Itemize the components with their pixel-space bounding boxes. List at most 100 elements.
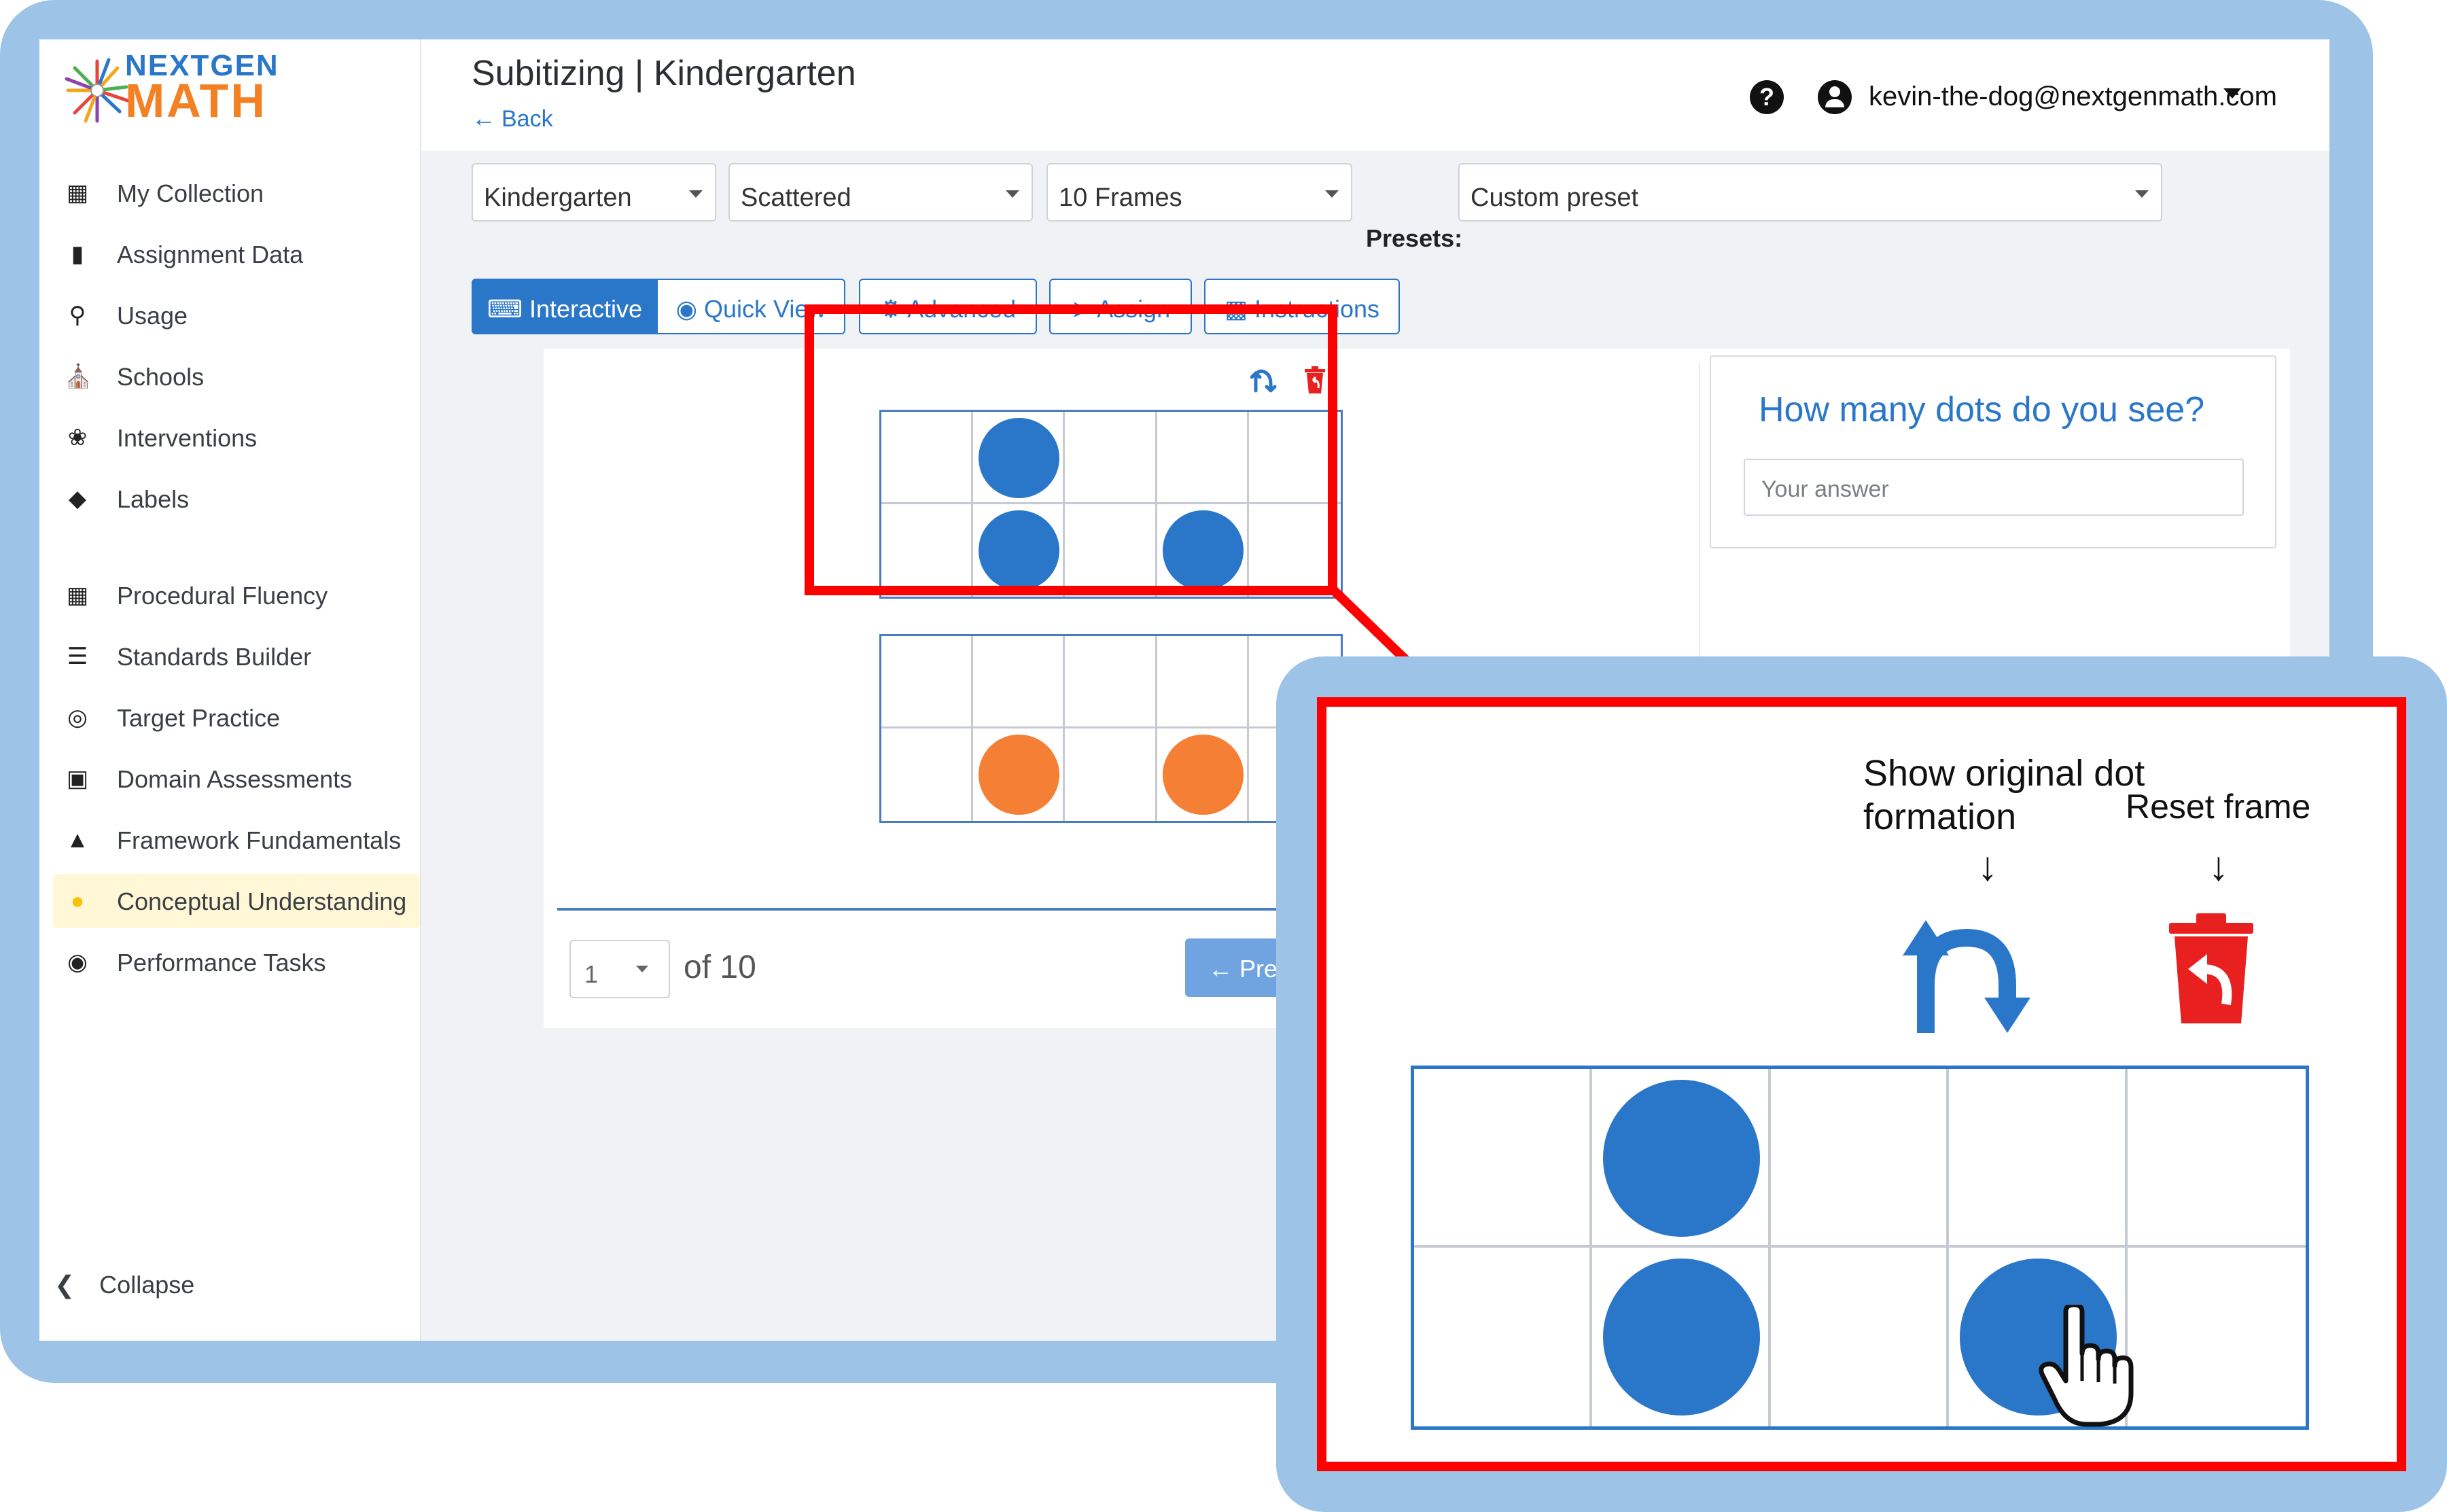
grid-icon: ▦ (66, 582, 89, 608)
bar-chart-icon: ▮ (71, 241, 84, 267)
chevron-down-icon (689, 190, 703, 198)
top-bar: Subitizing | Kindergarten ← Back ? kevin-… (421, 39, 2329, 151)
list-tree-icon: ☰ (67, 644, 88, 669)
sidebar-item-label: My Collection (117, 179, 264, 207)
sidebar-item-labels[interactable]: ◆ Labels (53, 472, 420, 526)
reset-frame-label: Reset frame (2126, 788, 2311, 826)
arrangement-select[interactable]: Scattered (728, 163, 1033, 222)
ten-frame-cell[interactable] (1770, 1069, 1950, 1248)
counter-dot[interactable] (1603, 1259, 1761, 1416)
page-of-total: of 10 (684, 949, 756, 985)
ten-frame-cell[interactable] (2127, 1069, 2306, 1248)
school-icon: ⛪ (64, 364, 93, 389)
counter-dot[interactable] (979, 734, 1060, 815)
user-email[interactable]: kevin-the-dog@nextgenmath.com (1869, 82, 2277, 112)
globe-icon: ◉ (67, 949, 88, 975)
question-text: How many dots do you see? (1759, 390, 2205, 429)
chevron-down-icon (2135, 190, 2149, 198)
sidebar-item-label: Framework Fundamentals (117, 826, 402, 854)
sidebar-item-framework-fundamentals[interactable]: ▲ Framework Fundamentals (53, 813, 420, 867)
sidebar-item-my-collection[interactable]: ▦ My Collection (53, 166, 420, 220)
page-select[interactable]: 1 (569, 940, 670, 998)
sidebar-item-label: Procedural Fluency (117, 582, 328, 610)
chevron-down-icon[interactable] (2223, 88, 2241, 99)
chevron-down-icon (636, 966, 648, 972)
sidebar-item-label: Conceptual Understanding (117, 887, 407, 915)
ten-frame-cell[interactable] (2128, 1248, 2306, 1426)
sidebar-item-conceptual-understanding[interactable]: ● Conceptual Understanding (53, 874, 420, 928)
tag-icon: ◆ (68, 486, 87, 512)
arrow-left-icon: ← (1208, 955, 1240, 983)
sidebar-item-usage[interactable]: ⚲ Usage (53, 288, 420, 342)
frame-type-select-value: 10 Frames (1059, 183, 1182, 212)
ten-frame-cell[interactable] (1157, 636, 1249, 728)
grade-select-value: Kindergarten (484, 183, 632, 212)
ten-frame-cell[interactable] (1949, 1069, 2128, 1248)
target-icon: ◎ (67, 705, 88, 731)
preset-select[interactable]: Custom preset (1458, 163, 2162, 222)
arrow-down-icon: ↓ (1977, 843, 1998, 889)
show-original-icon[interactable] (1899, 911, 2041, 1040)
sidebar-item-interventions[interactable]: ❀ Interventions (53, 410, 420, 465)
ten-frame-zoomed (1411, 1066, 2309, 1430)
sidebar-item-label: Target Practice (117, 704, 281, 732)
tab-interactive[interactable]: ⌨ Interactive (472, 279, 658, 334)
collapse-label: Collapse (99, 1271, 195, 1299)
logo-text-bottom: MATH (125, 74, 267, 127)
arrow-down-icon: ↓ (2208, 843, 2229, 889)
chevron-left-icon: ❮ (54, 1271, 75, 1299)
help-icon[interactable]: ? (1750, 80, 1784, 114)
keyboard-icon: ⌨ (487, 295, 529, 323)
collapse-button[interactable]: ❮ Collapse (54, 1271, 194, 1299)
arrow-left-icon: ← (472, 104, 496, 132)
user-avatar-icon[interactable] (1818, 80, 1852, 114)
sidebar-item-label: Domain Assessments (117, 765, 353, 793)
ten-frame-cell[interactable] (1414, 1069, 1593, 1248)
chevron-down-icon (1325, 190, 1339, 198)
question-card: How many dots do you see? Your answer (1710, 355, 2276, 548)
sidebar-item-standards-builder[interactable]: ☰ Standards Builder (53, 629, 420, 684)
sidebar-item-procedural-fluency[interactable]: ▦ Procedural Fluency (53, 568, 420, 622)
sidebar-item-label: Assignment Data (117, 241, 304, 268)
sidebar-item-domain-assessments[interactable]: ▣ Domain Assessments (53, 752, 420, 806)
sidebar-item-performance-tasks[interactable]: ◉ Performance Tasks (53, 935, 420, 989)
answer-input[interactable]: Your answer (1744, 459, 2244, 516)
hand-seedling-icon: ❀ (67, 425, 88, 451)
ten-frame-cell[interactable] (973, 636, 1066, 728)
sidebar-item-label: Labels (117, 485, 190, 513)
ten-frame-cell[interactable] (1771, 1248, 1950, 1426)
ten-frame-cell[interactable] (1065, 636, 1157, 728)
ten-frame-cell[interactable] (881, 636, 974, 728)
chevron-down-icon (1006, 190, 1019, 198)
counter-dot[interactable] (1162, 734, 1244, 815)
show-original-label: Show original dot formation (1863, 753, 2145, 837)
ten-frame-cell[interactable] (1414, 1248, 1593, 1426)
frame-type-select[interactable]: 10 Frames (1046, 163, 1352, 222)
ten-frame-cell[interactable] (881, 728, 974, 821)
sidebar-item-label: Usage (117, 302, 188, 330)
reset-frame-icon[interactable] (2164, 911, 2259, 1026)
preset-select-value: Custom preset (1471, 183, 1639, 212)
tab-interactive-label: Interactive (529, 295, 643, 323)
sidebar-item-label: Schools (117, 363, 205, 391)
panel-divider (1699, 362, 1700, 702)
pointer-hand-icon (2039, 1305, 2134, 1427)
grade-select[interactable]: Kindergarten (472, 163, 716, 222)
counter-dot[interactable] (1603, 1080, 1761, 1237)
books-icon: ▦ (66, 180, 89, 206)
ten-frame-cell[interactable] (1065, 728, 1157, 821)
page-title: Subitizing | Kindergarten (472, 54, 856, 93)
sidebar-item-label: Standards Builder (117, 643, 312, 671)
sidebar: NEXTGEN MATH ▦ My Collection ▮ Assignmen… (39, 39, 421, 1341)
cubes-icon: ▣ (66, 766, 89, 792)
sidebar-item-label: Performance Tasks (117, 949, 326, 977)
page-select-value: 1 (584, 960, 599, 988)
sidebar-item-assignment-data[interactable]: ▮ Assignment Data (53, 227, 420, 281)
sidebar-item-schools[interactable]: ⛪ Schools (53, 349, 420, 404)
arrangement-select-value: Scattered (741, 183, 851, 212)
sidebar-item-target-practice[interactable]: ◎ Target Practice (53, 690, 420, 745)
brain-icon: ◉ (675, 295, 704, 323)
back-link[interactable]: ← Back (472, 104, 553, 133)
presets-label: Presets: (1366, 224, 1463, 252)
zoom-callout: Show original dot formation ↓ Reset fram… (1317, 697, 2406, 1471)
